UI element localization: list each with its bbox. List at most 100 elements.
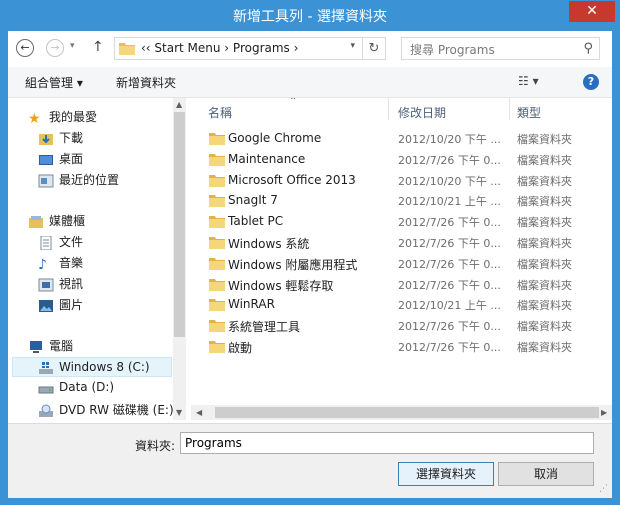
title-bar[interactable]: 新增工具列 - 選擇資料夾 ✕ — [0, 0, 620, 30]
file-date: 2012/10/20 下午 ... — [398, 133, 501, 146]
search-placeholder: 搜尋 Programs — [410, 43, 495, 57]
file-row[interactable]: SnagIt 7 2012/10/21 上午 ... 檔案資料夾 — [191, 191, 612, 211]
file-date: 2012/10/20 下午 ... — [398, 174, 501, 188]
music-icon: ♪ — [38, 256, 47, 273]
folder-icon — [209, 133, 225, 145]
column-separator[interactable] — [509, 98, 510, 120]
close-button[interactable]: ✕ — [569, 1, 615, 22]
horizontal-scroll-thumb[interactable] — [215, 407, 599, 418]
file-type: 檔案資料夾 — [517, 216, 572, 230]
file-date: 2012/7/26 下午 0... — [398, 237, 501, 250]
file-type: 檔案資料夾 — [517, 257, 572, 271]
address-row: ← → ▾ ↑ ‹‹ Start Menu › Programs › ▾ ↻ 搜… — [8, 31, 612, 67]
nav-item-downloads[interactable]: 下載 — [38, 129, 83, 149]
file-name: Windows 系統 — [228, 237, 310, 251]
file-row[interactable]: Tablet PC 2012/7/26 下午 0... 檔案資料夾 — [191, 212, 612, 232]
folder-label: 資料夾: — [135, 439, 176, 453]
folder-icon — [209, 237, 225, 249]
nav-item-label: 圖片 — [59, 298, 84, 312]
view-options-button[interactable]: ☷ ▾ — [518, 74, 539, 88]
new-folder-button[interactable]: 新增資料夾 — [116, 74, 176, 91]
nav-item-drive-e[interactable]: DVD RW 磁碟機 (E:) — [38, 401, 174, 420]
folder-icon — [209, 320, 225, 333]
search-input[interactable]: 搜尋 Programs ⚲ — [401, 37, 600, 60]
desktop-icon — [39, 154, 53, 165]
dvd-drive-icon — [39, 404, 53, 417]
horizontal-scrollbar[interactable]: ◀ ▶ — [191, 405, 612, 420]
star-icon: ★ — [28, 110, 41, 127]
nav-item-desktop[interactable]: 桌面 — [38, 150, 83, 170]
dialog-footer: 資料夾: 選擇資料夾 取消 ⋰ — [8, 423, 612, 498]
column-separator[interactable] — [388, 98, 389, 120]
select-folder-button[interactable]: 選擇資料夾 — [398, 462, 494, 486]
folder-input[interactable] — [180, 432, 594, 454]
nav-item-label: 下載 — [59, 131, 84, 145]
address-bar[interactable]: ‹‹ Start Menu › Programs › ▾ ↻ — [114, 37, 386, 60]
search-icon: ⚲ — [583, 41, 593, 56]
nav-item-drive-c[interactable]: Windows 8 (C:) — [12, 357, 172, 377]
file-date: 2012/7/26 下午 0... — [398, 320, 501, 334]
scroll-down-icon[interactable]: ▼ — [176, 408, 182, 417]
help-button[interactable]: ? — [583, 74, 599, 90]
file-date: 2012/7/26 下午 0... — [398, 257, 501, 271]
up-button[interactable]: ↑ — [92, 39, 104, 55]
folder-icon — [209, 299, 225, 312]
file-row[interactable]: Maintenance 2012/7/26 下午 0... 檔案資料夾 — [191, 150, 612, 170]
nav-item-label: 音樂 — [59, 256, 84, 270]
file-name: 啟動 — [228, 341, 253, 355]
file-row[interactable]: Microsoft Office 2013 2012/10/20 下午 ... 檔案… — [191, 171, 612, 191]
nav-item-music[interactable]: ♪ 音樂 — [38, 254, 83, 274]
file-row[interactable]: WinRAR 2012/10/21 上午 ... 檔案資料夾 — [191, 295, 612, 315]
file-type: 檔案資料夾 — [517, 278, 572, 292]
scroll-right-icon[interactable]: ▶ — [601, 408, 607, 417]
recent-places-icon — [38, 174, 54, 187]
file-row[interactable]: 啟動 2012/7/26 下午 0... 檔案資料夾 — [191, 337, 612, 357]
file-type: 檔案資料夾 — [517, 341, 572, 354]
nav-item-recent[interactable]: 最近的位置 — [38, 171, 119, 191]
column-type[interactable]: 類型 — [517, 104, 541, 121]
back-button[interactable]: ← — [16, 39, 34, 57]
file-row[interactable]: Windows 附屬應用程式 2012/7/26 下午 0... 檔案資料夾 — [191, 254, 612, 274]
folder-icon — [209, 257, 225, 270]
nav-libraries[interactable]: 媒體櫃 — [28, 212, 85, 232]
forward-button[interactable]: → — [46, 39, 64, 57]
nav-item-pictures[interactable]: 圖片 — [38, 296, 83, 316]
nav-item-videos[interactable]: 視訊 — [38, 275, 83, 295]
file-row[interactable]: Windows 輕鬆存取 2012/7/26 下午 0... 檔案資料夾 — [191, 275, 612, 295]
refresh-button[interactable]: ↻ — [362, 38, 385, 59]
nav-scroll-thumb[interactable] — [174, 112, 185, 337]
file-name: Microsoft Office 2013 — [228, 172, 356, 187]
file-name: Windows 輕鬆存取 — [228, 278, 334, 293]
column-name[interactable]: 名稱 — [208, 104, 232, 121]
cancel-button[interactable]: 取消 — [498, 462, 594, 486]
address-path[interactable]: ‹‹ Start Menu › Programs › — [141, 41, 298, 55]
navigation-pane: ★ 我的最愛 下載 桌面 最近的位置 媒體櫃 文件 ♪ 音樂 視訊 圖片 電腦 … — [8, 98, 186, 420]
address-dropdown-icon[interactable]: ▾ — [350, 41, 355, 51]
file-row[interactable]: Windows 系統 2012/7/26 下午 0... 檔案資料夾 — [191, 233, 612, 253]
column-date[interactable]: 修改日期 — [398, 104, 446, 121]
resize-grip-icon[interactable]: ⋰ — [599, 484, 608, 494]
command-toolbar: 組合管理 ▾ 新增資料夾 ☷ ▾ ? — [8, 67, 612, 98]
folder-icon — [119, 43, 135, 55]
organize-button[interactable]: 組合管理 ▾ — [25, 74, 83, 91]
file-type: 檔案資料夾 — [517, 299, 572, 313]
file-date: 2012/7/26 下午 0... — [398, 153, 501, 167]
folder-icon — [209, 278, 225, 291]
nav-item-documents[interactable]: 文件 — [38, 233, 83, 253]
file-name: Tablet PC — [228, 214, 284, 229]
scroll-left-icon[interactable]: ◀ — [196, 408, 202, 417]
file-row[interactable]: 系統管理工具 2012/7/26 下午 0... 檔案資料夾 — [191, 316, 612, 336]
nav-libraries-label: 媒體櫃 — [49, 214, 86, 228]
dialog-window: 新增工具列 - 選擇資料夾 ✕ ← → ▾ ↑ ‹‹ Start Menu › … — [0, 0, 620, 505]
file-row[interactable]: Google Chrome 2012/10/20 下午 ... 檔案資料夾 — [191, 129, 612, 149]
nav-item-drive-d[interactable]: Data (D:) — [38, 380, 114, 400]
file-name: WinRAR — [228, 297, 275, 312]
file-date: 2012/7/26 下午 0... — [398, 341, 501, 354]
file-name: Google Chrome — [228, 131, 322, 145]
nav-favorites-label: 我的最愛 — [49, 110, 98, 124]
nav-favorites[interactable]: ★ 我的最愛 — [28, 108, 97, 128]
recent-locations-icon[interactable]: ▾ — [70, 41, 75, 51]
scroll-up-icon[interactable]: ▲ — [176, 100, 182, 109]
nav-computer[interactable]: 電腦 — [28, 337, 73, 357]
window-title: 新增工具列 - 選擇資料夾 — [233, 9, 387, 25]
